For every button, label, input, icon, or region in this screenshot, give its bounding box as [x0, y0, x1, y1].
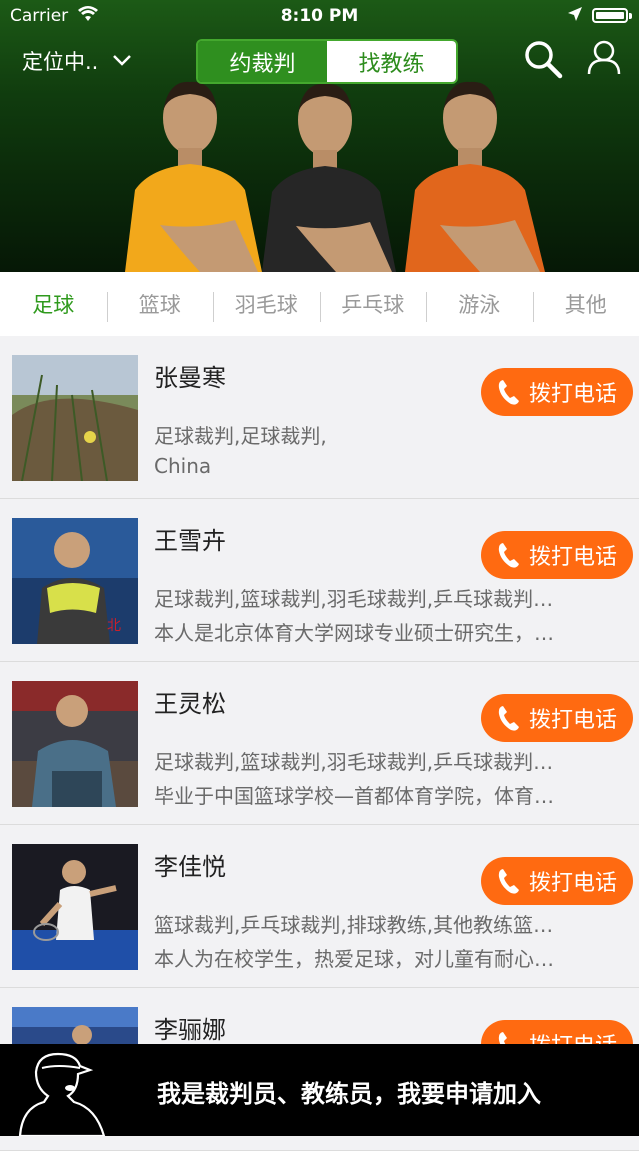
referee-figures-illustration	[0, 60, 639, 272]
call-button[interactable]: 拨打电话	[481, 694, 633, 742]
mode-segmented-control: 约裁判 找教练	[196, 39, 458, 84]
sport-category-tabs: 足球 篮球 羽毛球 乒乓球 游泳 其他	[0, 272, 639, 336]
svg-text:北: 北	[107, 618, 121, 634]
location-selector[interactable]: 定位中..	[22, 46, 98, 76]
phone-icon	[497, 378, 521, 406]
person-name: 王灵松	[154, 684, 226, 719]
list-item[interactable]: 王灵松 拨打电话 足球裁判,篮球裁判,羽毛球裁判,乒乓球裁判… 毕业于中国篮球学…	[0, 662, 639, 825]
person-name: 张曼寒	[154, 358, 226, 393]
user-icon[interactable]	[584, 38, 624, 78]
roles-text: 足球裁判,篮球裁判,羽毛球裁判,乒乓球裁判…	[154, 746, 616, 775]
roles-text: 足球裁判,篮球裁判,羽毛球裁判,乒乓球裁判…	[154, 583, 616, 612]
chevron-down-icon[interactable]	[112, 54, 132, 66]
tab-table-tennis[interactable]: 乒乓球	[320, 272, 427, 336]
tab-football[interactable]: 足球	[0, 272, 107, 336]
phone-icon	[497, 541, 521, 569]
call-button[interactable]: 拨打电话	[481, 857, 633, 905]
person-name: 王雪卉	[154, 521, 226, 556]
phone-icon	[497, 704, 521, 732]
search-icon[interactable]	[522, 38, 564, 80]
roles-text: 足球裁判,足球裁判,	[154, 420, 616, 449]
apply-banner-text: 我是裁判员、教练员，我要申请加入	[157, 1074, 541, 1109]
call-button-label: 拨打电话	[529, 865, 617, 897]
bio-text: 本人是北京体育大学网球专业硕士研究生，…	[154, 617, 616, 646]
bio-text: 本人为在校学生，热爱足球，对儿童有耐心…	[154, 943, 616, 972]
call-button[interactable]: 拨打电话	[481, 531, 633, 579]
tab-book-referee[interactable]: 约裁判	[198, 41, 327, 82]
list-item[interactable]: 李佳悦 拨打电话 篮球裁判,乒乓球裁判,排球教练,其他教练篮… 本人为在校学生，…	[0, 825, 639, 988]
roles-text: 篮球裁判,乒乓球裁判,排球教练,其他教练篮…	[154, 909, 616, 938]
profile-photo: 北	[12, 518, 138, 644]
profile-photo	[12, 844, 138, 970]
call-button-label: 拨打电话	[529, 539, 617, 571]
status-time: 8:10 PM	[0, 6, 639, 26]
call-button-label: 拨打电话	[529, 376, 617, 408]
tab-swimming[interactable]: 游泳	[426, 272, 533, 336]
referee-silhouette-icon	[14, 1046, 114, 1136]
profile-photo	[12, 355, 138, 481]
phone-icon	[497, 867, 521, 895]
call-button-label: 拨打电话	[529, 702, 617, 734]
tab-badminton[interactable]: 羽毛球	[213, 272, 320, 336]
profile-photo	[12, 681, 138, 807]
apply-to-join-banner[interactable]: 我是裁判员、教练员，我要申请加入	[0, 1044, 639, 1136]
battery-icon	[592, 8, 628, 23]
bio-text: 毕业于中国篮球学校—首都体育学院，体育…	[154, 780, 616, 809]
location-arrow-icon	[568, 7, 582, 21]
bio-text: China	[154, 454, 616, 478]
status-bar: Carrier 8:10 PM	[0, 0, 639, 34]
person-name: 李骊娜	[154, 1010, 226, 1045]
call-button[interactable]: 拨打电话	[481, 368, 633, 416]
hero-header: Carrier 8:10 PM 定位中.. 约裁判 找教练	[0, 0, 639, 272]
person-name: 李佳悦	[154, 847, 226, 882]
tab-basketball[interactable]: 篮球	[107, 272, 214, 336]
list-item[interactable]: 北 王雪卉 拨打电话 足球裁判,篮球裁判,羽毛球裁判,乒乓球裁判… 本人是北京体…	[0, 499, 639, 662]
tab-other[interactable]: 其他	[533, 272, 639, 336]
list-item[interactable]: 张曼寒 拨打电话 足球裁判,足球裁判, China	[0, 336, 639, 499]
tab-find-coach[interactable]: 找教练	[327, 41, 456, 82]
